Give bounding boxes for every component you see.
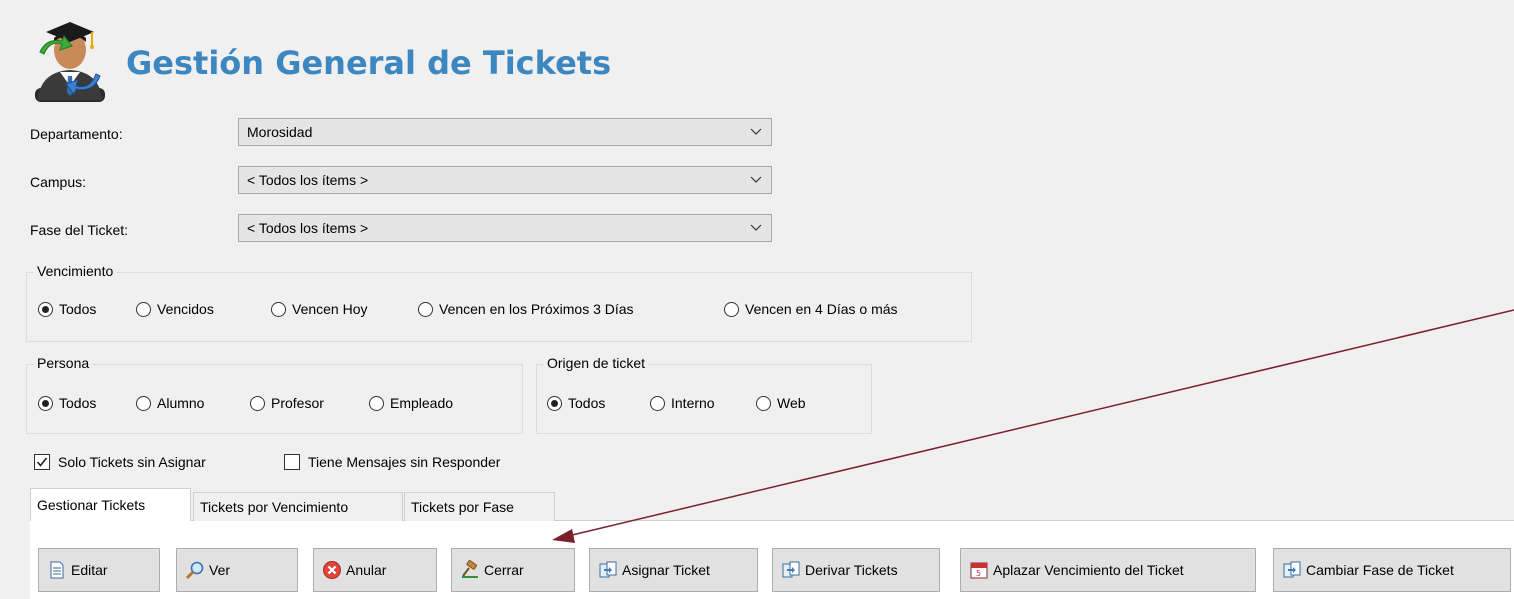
radio-circle [650,395,665,411]
button-label: Cambiar Fase de Ticket [1306,562,1454,578]
radio-label: Alumno [157,395,205,411]
derivar-tickets-button[interactable]: Derivar Tickets [772,548,940,592]
departamento-select[interactable]: Morosidad [238,118,772,146]
radio-label: Interno [671,395,715,411]
radio-circle [724,301,739,317]
chevron-down-icon [750,128,762,135]
anular-button[interactable]: Anular [313,548,437,592]
fase-value: < Todos los ítems > [247,220,369,236]
cambiar-fase-button[interactable]: Cambiar Fase de Ticket [1273,548,1511,592]
vencimiento-radio-4dias[interactable]: Vencen en 4 Días o más [724,301,898,317]
origen-radio-todos[interactable]: Todos [547,395,605,411]
persona-title: Persona [34,355,93,371]
campus-label: Campus: [30,174,87,190]
button-label: Editar [71,562,108,578]
editar-button[interactable]: Editar [38,548,160,592]
radio-circle [547,395,562,411]
gavel-icon [462,560,478,578]
origen-radio-interno[interactable]: Interno [650,395,715,411]
checkbox-label: Tiene Mensajes sin Responder [308,454,501,470]
radio-label: Todos [568,395,606,411]
radio-label: Todos [59,301,97,317]
checkbox-box [284,454,300,470]
persona-radio-alumno[interactable]: Alumno [136,395,204,411]
radio-circle [136,301,151,317]
button-label: Derivar Tickets [805,562,898,578]
radio-label: Vencen Hoy [292,301,368,317]
cancel-icon [323,561,341,579]
persona-radio-profesor[interactable]: Profesor [250,395,324,411]
checkbox-box [34,454,50,470]
calendar-icon: 5 [970,562,988,579]
radio-label: Web [777,395,806,411]
radio-label: Profesor [271,395,324,411]
chevron-down-icon [750,224,762,231]
radio-circle [756,395,771,411]
fase-label: Fase del Ticket: [30,222,129,238]
page-title: Gestión General de Tickets [126,44,612,82]
document-icon [50,561,64,579]
vencimiento-radio-vencidos[interactable]: Vencidos [136,301,214,317]
radio-label: Vencen en 4 Días o más [745,301,898,317]
svg-text:5: 5 [976,569,981,578]
radio-label: Vencidos [157,301,214,317]
vencimiento-radio-3dias[interactable]: Vencen en los Próximos 3 Días [418,301,634,317]
button-label: Ver [209,562,231,578]
vencimiento-title: Vencimiento [34,263,117,279]
check-icon [36,457,48,467]
solo-sin-asignar-checkbox[interactable]: Solo Tickets sin Asignar [34,454,206,470]
vencimiento-radio-hoy[interactable]: Vencen Hoy [271,301,368,317]
radio-circle [418,301,433,317]
button-label: Cerrar [484,562,524,578]
vencimiento-radio-todos[interactable]: Todos [38,301,96,317]
cerrar-button[interactable]: Cerrar [451,548,575,592]
graduate-user-icon [30,20,110,102]
tab-tickets-por-fase[interactable]: Tickets por Fase [404,492,555,521]
persona-radio-empleado[interactable]: Empleado [369,395,453,411]
radio-circle [250,395,265,411]
chevron-down-icon [750,176,762,183]
radio-circle [38,395,53,411]
mensajes-sin-responder-checkbox[interactable]: Tiene Mensajes sin Responder [284,454,500,470]
checkbox-label: Solo Tickets sin Asignar [58,454,206,470]
button-label: Asignar Ticket [622,562,710,578]
departamento-label: Departamento: [30,126,123,142]
origen-title: Origen de ticket [544,355,649,371]
departamento-value: Morosidad [247,124,313,140]
fase-select[interactable]: < Todos los ítems > [238,214,772,242]
aplazar-vencimiento-button[interactable]: 5 Aplazar Vencimiento del Ticket [960,548,1256,592]
radio-label: Vencen en los Próximos 3 Días [439,301,634,317]
radio-label: Todos [59,395,97,411]
documents-icon [1283,561,1301,578]
campus-select[interactable]: < Todos los ítems > [238,166,772,194]
radio-circle [271,301,286,317]
magnifier-icon [185,561,204,580]
documents-icon [599,561,617,578]
radio-label: Empleado [390,395,454,411]
origen-radio-web[interactable]: Web [756,395,806,411]
radio-circle [136,395,151,411]
ver-button[interactable]: Ver [176,548,298,592]
radio-circle [38,301,53,317]
tab-tickets-por-vencimiento[interactable]: Tickets por Vencimiento [193,492,403,521]
tab-gestionar-tickets[interactable]: Gestionar Tickets [30,488,191,521]
radio-circle [369,395,384,411]
button-label: Aplazar Vencimiento del Ticket [993,562,1184,578]
persona-radio-todos[interactable]: Todos [38,395,96,411]
asignar-ticket-button[interactable]: Asignar Ticket [589,548,758,592]
documents-icon [782,561,800,578]
button-label: Anular [346,562,387,578]
campus-value: < Todos los ítems > [247,172,369,188]
